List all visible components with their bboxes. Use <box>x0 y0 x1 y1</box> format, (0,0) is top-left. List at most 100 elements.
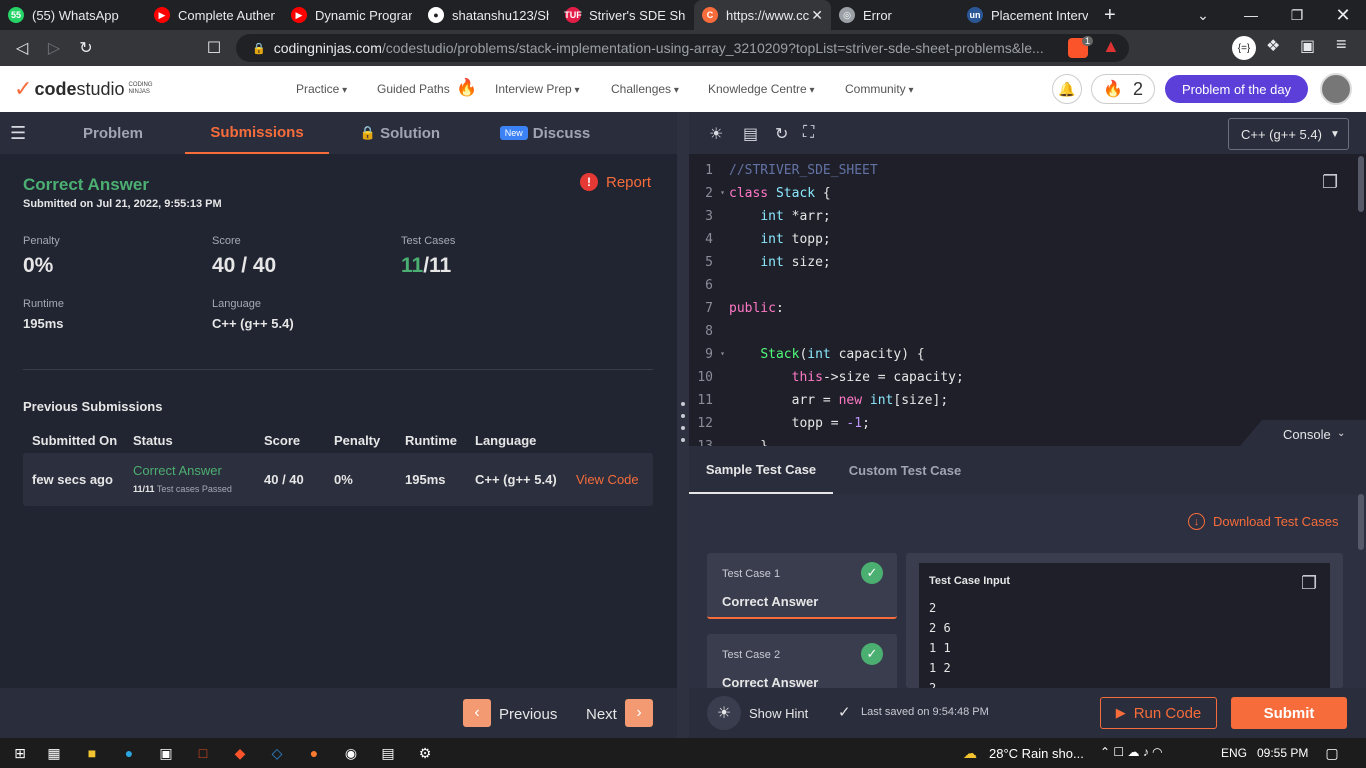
maximize-icon[interactable]: ❐ <box>1274 0 1320 30</box>
language-select[interactable]: C++ (g++ 5.4) ▼ <box>1228 118 1349 150</box>
tray-icons[interactable]: ⌃ ☐ ☁ ♪ ◠ <box>1100 745 1163 759</box>
console-scrollbar[interactable] <box>1358 494 1364 550</box>
tab-custom-test-case[interactable]: Custom Test Case <box>839 446 971 494</box>
browser-tab[interactable]: Chttps://www.cc ✕ <box>694 0 831 30</box>
windows-start-icon[interactable]: ⊞ <box>10 743 30 763</box>
wallet-icon[interactable]: ▣ <box>1300 36 1315 56</box>
store-icon[interactable]: ▣ <box>156 743 176 763</box>
show-hint-button[interactable]: Show Hint <box>749 706 808 721</box>
test-case-card[interactable]: Test Case 2 Correct Answer ✓ <box>707 634 897 690</box>
copy-code-icon[interactable]: ❐ <box>1322 172 1338 193</box>
browser-tab[interactable]: ● shatanshu123/Shat <box>420 0 557 30</box>
browser-tab[interactable]: ▶ Dynamic Programm <box>283 0 420 30</box>
vscode-icon[interactable]: ◇ <box>267 743 287 763</box>
forward-icon[interactable]: ▷ <box>38 38 70 58</box>
menu-practice[interactable]: Practice <box>296 82 347 96</box>
codestudio-logo[interactable]: ✓ code studio CODING NINJAS <box>14 76 163 102</box>
browser-tab[interactable]: 55 (55) WhatsApp <box>0 0 146 30</box>
lightbulb-icon[interactable]: ☀ <box>707 696 741 730</box>
code-editor[interactable]: 1//STRIVER_SDE_SHEET 2 ▾ class Stack {3 int… <box>689 154 1366 446</box>
url-field[interactable]: 🔒 codingninjas.com /codestudio/problems/… <box>236 34 1129 62</box>
weather-text[interactable]: 28°C Rain sho... <box>989 746 1084 761</box>
col-runtime: Runtime <box>405 433 457 448</box>
browser-tab[interactable]: un Placement Intervie <box>959 0 1096 30</box>
previous-arrow-icon[interactable]: ‹ <box>463 699 491 727</box>
close-tab-icon[interactable]: ✕ <box>811 7 823 24</box>
tab-problem[interactable]: Problem <box>42 112 184 154</box>
copy-input-icon[interactable]: ❐ <box>1301 573 1317 594</box>
app-icon[interactable]: ◉ <box>341 743 361 763</box>
last-saved-text: Last saved on 9:54:48 PM <box>861 706 989 718</box>
avatar[interactable] <box>1320 73 1352 105</box>
download-test-cases-button[interactable]: ↓ Download Test Cases <box>1188 513 1339 530</box>
browser-tab[interactable]: ◎ Error <box>831 0 959 30</box>
tab-solution[interactable]: 🔒 Solution <box>340 112 460 154</box>
lock-icon: 🔒 <box>252 42 266 55</box>
problem-of-the-day-button[interactable]: Problem of the day <box>1165 75 1308 103</box>
test-cases-label: Test Cases <box>401 235 456 247</box>
console-label[interactable]: Console <box>1283 427 1331 442</box>
tab-search-icon[interactable]: ⌄ <box>1180 0 1226 30</box>
tab-discuss[interactable]: New Discuss <box>490 112 600 154</box>
streak-counter[interactable]: 🔥 2 <box>1091 74 1155 104</box>
code-line: int topp; <box>760 232 831 247</box>
clock[interactable]: 09:55 PM <box>1257 746 1308 760</box>
save-icon[interactable]: ▤ <box>743 124 758 144</box>
minimize-icon[interactable]: — <box>1228 0 1274 30</box>
task-view-icon[interactable]: ▦ <box>44 743 64 763</box>
next-button[interactable]: Next <box>586 706 617 723</box>
view-code-link[interactable]: View Code <box>576 472 639 487</box>
reset-icon[interactable]: ↻ <box>775 124 788 144</box>
browser-tab[interactable]: TUF Striver's SDE Sheet <box>557 0 694 30</box>
file-explorer-icon[interactable]: ■ <box>82 743 102 763</box>
test-case-card[interactable]: Test Case 1 Correct Answer ✓ <box>707 553 897 619</box>
reload-icon[interactable]: ↻ <box>70 38 102 58</box>
back-icon[interactable]: ◁ <box>6 38 38 58</box>
brave-taskbar-icon[interactable]: ◆ <box>230 743 250 763</box>
panel-splitter[interactable] <box>677 112 689 738</box>
puzzle-icon[interactable]: ❖ <box>1266 36 1280 56</box>
settings-gear-icon[interactable]: ⚙ <box>415 743 435 763</box>
tab-sample-test-case[interactable]: Sample Test Case <box>689 446 833 494</box>
office-icon[interactable]: □ <box>193 743 213 763</box>
run-code-button[interactable]: ▶ Run Code <box>1100 697 1217 729</box>
alert-icon: ! <box>580 173 598 191</box>
theme-sun-icon[interactable]: ☀ <box>709 124 723 144</box>
next-arrow-icon[interactable]: › <box>625 699 653 727</box>
download-label: Download Test Cases <box>1213 514 1339 529</box>
bookmark-icon[interactable]: ☐ <box>198 38 230 58</box>
code-line: arr = new int[size]; <box>729 393 949 408</box>
previous-button[interactable]: Previous <box>499 706 557 723</box>
notification-center-icon[interactable]: ▢ <box>1322 743 1342 763</box>
line-number: 3 <box>705 209 713 224</box>
lock-icon: 🔒 <box>359 125 377 140</box>
browser-tab[interactable]: ▶ Complete Authenti <box>146 0 283 30</box>
menu-interview-prep[interactable]: Interview Prep <box>495 82 580 96</box>
editor-scrollbar[interactable] <box>1358 156 1364 212</box>
input-line: 1 2 <box>929 661 951 675</box>
menu-knowledge-centre[interactable]: Knowledge Centre <box>708 82 815 96</box>
row-runtime: 195ms <box>405 472 446 487</box>
tab-submissions[interactable]: Submissions <box>185 112 329 154</box>
brave-rewards-icon[interactable]: ▲ <box>1102 36 1120 57</box>
fold-chevron-icon[interactable]: ▾ <box>715 349 725 358</box>
menu-community[interactable]: Community <box>845 82 914 96</box>
menu-challenges[interactable]: Challenges <box>611 82 679 96</box>
submit-button[interactable]: Submit <box>1231 697 1347 729</box>
fullscreen-icon[interactable]: ⛶ <box>803 124 814 142</box>
tab-title: shatanshu123/Shat <box>452 7 549 23</box>
browser-menu-icon[interactable]: ≡ <box>1336 34 1347 55</box>
menu-guided-paths[interactable]: Guided Paths <box>377 82 450 96</box>
collapse-menu-icon[interactable]: ☰ <box>10 123 26 144</box>
new-tab-button[interactable]: + <box>1096 0 1136 30</box>
close-window-icon[interactable]: ✕ <box>1320 0 1366 30</box>
saved-check-icon: ✓ <box>838 704 851 721</box>
notification-bell-icon[interactable]: 🔔 <box>1052 74 1082 104</box>
postman-icon[interactable]: ● <box>304 743 324 763</box>
fold-chevron-icon[interactable]: ▾ <box>715 188 725 197</box>
keyboard-language[interactable]: ENG <box>1221 746 1247 760</box>
app-icon[interactable]: ▤ <box>378 743 398 763</box>
report-button[interactable]: ! Report <box>580 173 651 191</box>
edge-icon[interactable]: ● <box>119 743 139 763</box>
extension-icon[interactable]: {=} <box>1232 36 1256 60</box>
